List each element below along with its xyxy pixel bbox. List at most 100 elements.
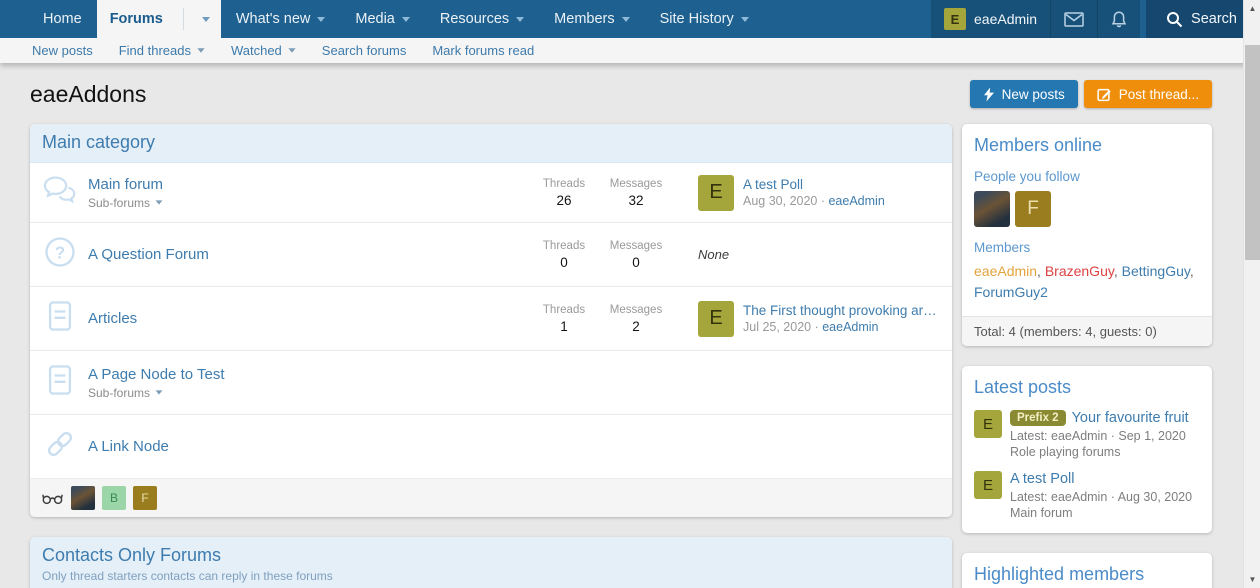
latest-user-link[interactable]: eaeAdmin — [822, 320, 878, 334]
bell-icon — [1111, 10, 1127, 28]
nav-item-media[interactable]: Media — [340, 0, 425, 38]
latest-user-link[interactable]: eaeAdmin — [828, 194, 884, 208]
forum-title-link[interactable]: Main forum — [88, 176, 528, 193]
threads-count: 26 — [528, 193, 600, 208]
viewer-avatar-image[interactable] — [71, 486, 95, 510]
category-title[interactable]: Contacts Only Forums — [42, 545, 940, 566]
forum-row-main-forum: Main forum Sub-forums Threads 26 Message… — [30, 163, 952, 223]
member-link[interactable]: eaeAdmin — [974, 263, 1037, 279]
forum-title-link[interactable]: A Link Node — [88, 438, 940, 455]
members-online-title[interactable]: Members online — [974, 135, 1200, 156]
latest-posts-block: Latest posts E Prefix 2 Your favourite f… — [962, 366, 1212, 533]
page-content: eaeAddons New posts Post thread... — [0, 80, 1260, 588]
member-link[interactable]: BettingGuy — [1122, 263, 1190, 279]
avatar[interactable]: E — [944, 8, 966, 30]
subforums-label: Sub-forums — [88, 386, 150, 400]
category-header: Main category — [30, 124, 952, 163]
forum-title-link[interactable]: A Question Forum — [88, 246, 528, 263]
subnav-watched[interactable]: Watched — [231, 43, 296, 58]
nav-item-home[interactable]: Home — [28, 0, 97, 38]
scroll-up-arrow[interactable]: ▲ — [1244, 0, 1260, 17]
nav-item-forums[interactable]: Forums — [97, 0, 221, 38]
forum-row-link-node: A Link Node — [30, 415, 952, 479]
avatar[interactable]: E — [974, 410, 1002, 438]
avatar[interactable]: E — [974, 471, 1002, 499]
latest-thread-link[interactable]: The First thought provoking article — [743, 303, 940, 318]
nav-item-whats-new[interactable]: What's new — [221, 0, 341, 38]
messages-label: Messages — [600, 240, 672, 252]
messages-label: Messages — [600, 178, 672, 190]
latest-posts-title[interactable]: Latest posts — [974, 377, 1200, 398]
divider — [183, 8, 184, 30]
thread-prefix-badge[interactable]: Prefix 2 — [1010, 410, 1066, 426]
post-thread-button[interactable]: Post thread... — [1084, 80, 1212, 108]
members-label: Members — [974, 240, 1200, 255]
category-title[interactable]: Main category — [42, 132, 940, 153]
username: eaeAdmin — [974, 11, 1037, 27]
search-button[interactable]: Search — [1146, 0, 1257, 38]
forum-title-link[interactable]: A Page Node to Test — [88, 366, 940, 383]
forum-info: A Question Forum — [82, 246, 528, 263]
threads-label: Threads — [528, 304, 600, 316]
category-description: Only thread starters contacts can reply … — [42, 569, 940, 583]
forum-stats: Threads 26 Messages 32 — [528, 178, 672, 208]
latest-thread-link[interactable]: A test Poll — [743, 177, 885, 192]
scroll-down-arrow[interactable]: ▼ — [1244, 571, 1260, 588]
article-icon — [42, 298, 82, 339]
comments-icon — [42, 174, 82, 211]
vertical-scrollbar[interactable]: ▲ ▼ — [1243, 0, 1260, 588]
chevron-down-icon — [156, 390, 163, 394]
subforums-toggle[interactable]: Sub-forums — [88, 196, 163, 210]
viewer-avatar[interactable]: F — [133, 486, 157, 510]
subforums-toggle[interactable]: Sub-forums — [88, 386, 163, 400]
subnav-search-forums[interactable]: Search forums — [322, 43, 407, 58]
thread-link[interactable]: Your favourite fruit — [1072, 410, 1189, 426]
nav-item-members[interactable]: Members — [539, 0, 644, 38]
alerts-button[interactable] — [1098, 0, 1140, 38]
svg-text:?: ? — [55, 243, 65, 262]
avatar[interactable]: E — [698, 175, 734, 211]
account-menu[interactable]: E eaeAdmin — [931, 0, 1051, 38]
member-avatar-image[interactable] — [974, 191, 1010, 227]
forum-info: A Link Node — [82, 438, 940, 455]
subnav-mark-forums-read[interactable]: Mark forums read — [432, 43, 534, 58]
thread-link[interactable]: A test Poll — [1010, 471, 1074, 487]
viewer-avatar[interactable]: B — [102, 486, 126, 510]
chevron-down-icon — [288, 48, 295, 53]
highlighted-members-title[interactable]: Highlighted members — [974, 564, 1200, 585]
new-posts-button[interactable]: New posts — [970, 80, 1078, 108]
forum-info: A Page Node to Test Sub-forums — [82, 366, 940, 400]
nav-item-label: Home — [43, 11, 82, 27]
conversations-button[interactable] — [1051, 0, 1098, 38]
subnav-find-threads[interactable]: Find threads — [119, 43, 205, 58]
nav-item-site-history[interactable]: Site History — [645, 0, 764, 38]
member-avatar[interactable]: F — [1015, 191, 1051, 227]
highlighted-members-block: Highlighted members E Q M Z O — [962, 553, 1212, 588]
nav-item-resources[interactable]: Resources — [425, 0, 539, 38]
forum-row-page-node: A Page Node to Test Sub-forums — [30, 351, 952, 415]
envelope-icon — [1064, 12, 1084, 27]
scrollbar-thumb[interactable] — [1245, 45, 1260, 260]
forum-title-link[interactable]: Articles — [88, 310, 528, 327]
link-icon — [42, 426, 82, 467]
subforums-label: Sub-forums — [88, 196, 150, 210]
member-link[interactable]: BrazenGuy — [1045, 263, 1114, 279]
thread-meta: Latest: eaeAdmin · Sep 1, 2020 — [1010, 429, 1189, 443]
forum-row-question-forum: ? A Question Forum Threads 0 Messages — [30, 223, 952, 287]
user-panel: E eaeAdmin — [931, 0, 1140, 38]
chevron-down-icon[interactable] — [191, 17, 221, 22]
search-label: Search — [1191, 11, 1237, 27]
thread-forum: Main forum — [1010, 506, 1192, 520]
eyeglasses-icon — [42, 491, 64, 506]
messages-count: 2 — [600, 319, 672, 334]
messages-label: Messages — [600, 304, 672, 316]
forum-info: Main forum Sub-forums — [82, 176, 528, 210]
chevron-down-icon — [516, 17, 524, 22]
subnav-label: Mark forums read — [432, 43, 534, 58]
member-link[interactable]: ForumGuy2 — [974, 284, 1048, 300]
page-actions: New posts Post thread... — [970, 80, 1212, 108]
separator: , — [1037, 263, 1045, 279]
subnav-new-posts[interactable]: New posts — [32, 43, 93, 58]
search-icon — [1166, 11, 1183, 28]
avatar[interactable]: E — [698, 301, 734, 337]
